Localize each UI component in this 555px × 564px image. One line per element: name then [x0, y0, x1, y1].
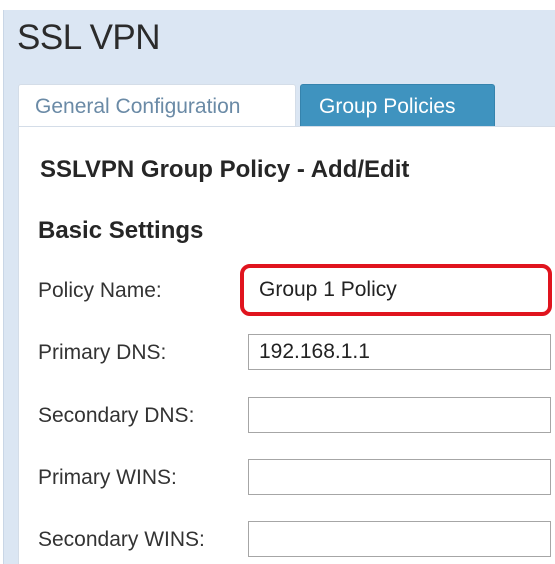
secondary-dns-input[interactable] — [248, 397, 551, 433]
tab-general-configuration[interactable]: General Configuration — [18, 84, 296, 127]
primary-dns-input[interactable] — [248, 334, 551, 370]
basic-settings-heading: Basic Settings — [38, 217, 204, 244]
page-title: SSL VPN — [17, 18, 161, 57]
primary-dns-label: Primary DNS: — [38, 341, 167, 364]
policy-name-label: Policy Name: — [38, 279, 162, 302]
tab-group-policies[interactable]: Group Policies — [300, 84, 495, 127]
secondary-wins-input[interactable] — [248, 521, 551, 557]
policy-name-highlight — [240, 264, 552, 316]
secondary-wins-label: Secondary WINS: — [38, 528, 205, 551]
secondary-dns-label: Secondary DNS: — [38, 404, 195, 427]
form-title: SSLVPN Group Policy - Add/Edit — [40, 156, 410, 183]
primary-wins-input[interactable] — [248, 459, 551, 495]
primary-wins-label: Primary WINS: — [38, 466, 177, 489]
